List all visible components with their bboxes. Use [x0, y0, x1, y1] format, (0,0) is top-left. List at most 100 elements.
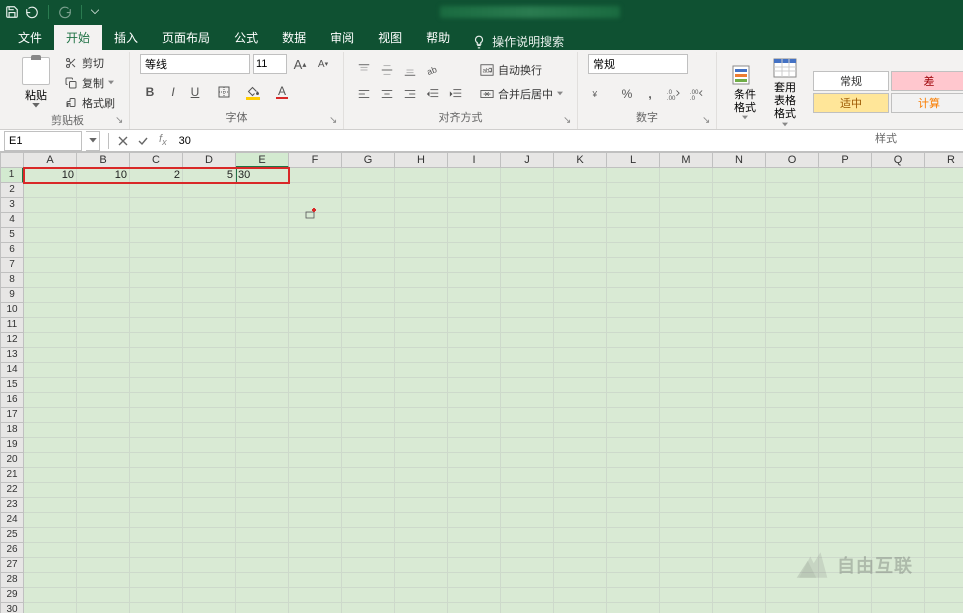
cell[interactable]: [766, 213, 819, 228]
cell[interactable]: [501, 408, 554, 423]
cell[interactable]: [289, 363, 342, 378]
cell[interactable]: [554, 168, 607, 183]
cell[interactable]: [766, 483, 819, 498]
cell[interactable]: [395, 603, 448, 613]
cell[interactable]: [501, 573, 554, 588]
number-format-select[interactable]: [588, 54, 688, 74]
cell[interactable]: [130, 558, 183, 573]
cell[interactable]: [925, 168, 963, 183]
cell[interactable]: [183, 288, 236, 303]
cell[interactable]: [289, 558, 342, 573]
cell[interactable]: [130, 258, 183, 273]
cell[interactable]: [448, 483, 501, 498]
cell[interactable]: [395, 393, 448, 408]
cell[interactable]: [501, 288, 554, 303]
cell[interactable]: [766, 558, 819, 573]
cell[interactable]: [872, 408, 925, 423]
name-box[interactable]: [4, 131, 82, 151]
cell[interactable]: [24, 198, 77, 213]
cell[interactable]: [236, 288, 289, 303]
cell[interactable]: [236, 378, 289, 393]
cell[interactable]: [448, 333, 501, 348]
cell[interactable]: [24, 333, 77, 348]
cell[interactable]: [925, 453, 963, 468]
cell[interactable]: [342, 513, 395, 528]
cell[interactable]: [660, 513, 713, 528]
number-launcher-icon[interactable]: ↘: [702, 115, 714, 127]
cell[interactable]: [872, 543, 925, 558]
cell[interactable]: [24, 498, 77, 513]
cell[interactable]: [819, 303, 872, 318]
cell[interactable]: [342, 318, 395, 333]
cell[interactable]: [766, 303, 819, 318]
cell[interactable]: [183, 228, 236, 243]
cell[interactable]: [289, 438, 342, 453]
cell[interactable]: [819, 318, 872, 333]
cell[interactable]: [236, 558, 289, 573]
merge-center-button[interactable]: 合并后居中: [476, 84, 567, 104]
cell[interactable]: [77, 198, 130, 213]
cell[interactable]: [713, 558, 766, 573]
cell[interactable]: [501, 168, 554, 183]
cell[interactable]: [77, 543, 130, 558]
cell[interactable]: [872, 588, 925, 603]
column-header[interactable]: H: [395, 152, 448, 168]
cell[interactable]: [925, 498, 963, 513]
cell[interactable]: [554, 198, 607, 213]
cell[interactable]: [607, 303, 660, 318]
row-header[interactable]: 6: [0, 243, 24, 258]
column-header[interactable]: O: [766, 152, 819, 168]
cell[interactable]: [554, 183, 607, 198]
cell[interactable]: [130, 363, 183, 378]
cell[interactable]: [501, 528, 554, 543]
column-header[interactable]: G: [342, 152, 395, 168]
cell[interactable]: [872, 423, 925, 438]
cell[interactable]: [925, 183, 963, 198]
cell[interactable]: [925, 468, 963, 483]
cell[interactable]: [77, 258, 130, 273]
cell[interactable]: [713, 408, 766, 423]
copy-button[interactable]: 复制: [60, 74, 119, 92]
select-all-corner[interactable]: [0, 152, 24, 168]
cell[interactable]: [925, 228, 963, 243]
cell[interactable]: [819, 438, 872, 453]
cell[interactable]: [766, 183, 819, 198]
cell[interactable]: [713, 348, 766, 363]
cell[interactable]: [24, 378, 77, 393]
cell[interactable]: [236, 348, 289, 363]
cell[interactable]: [236, 408, 289, 423]
cell[interactable]: [819, 528, 872, 543]
cell[interactable]: [183, 513, 236, 528]
cell[interactable]: [713, 183, 766, 198]
cell[interactable]: [766, 258, 819, 273]
cell[interactable]: [607, 513, 660, 528]
cell[interactable]: [925, 423, 963, 438]
cell[interactable]: [77, 378, 130, 393]
column-header[interactable]: Q: [872, 152, 925, 168]
cell[interactable]: [554, 348, 607, 363]
cell[interactable]: [183, 438, 236, 453]
cell[interactable]: [395, 348, 448, 363]
cell[interactable]: [448, 228, 501, 243]
cell[interactable]: [501, 558, 554, 573]
cell[interactable]: [872, 213, 925, 228]
cell[interactable]: [236, 273, 289, 288]
cell[interactable]: [501, 603, 554, 613]
cell[interactable]: [713, 168, 766, 183]
cell[interactable]: [713, 528, 766, 543]
cell[interactable]: [713, 273, 766, 288]
cell[interactable]: [660, 378, 713, 393]
cell[interactable]: [660, 213, 713, 228]
cell[interactable]: [236, 363, 289, 378]
fill-color-button[interactable]: [244, 82, 270, 102]
cell[interactable]: [183, 198, 236, 213]
cell[interactable]: [872, 363, 925, 378]
cell[interactable]: [24, 348, 77, 363]
cell[interactable]: [766, 408, 819, 423]
cell[interactable]: [713, 573, 766, 588]
cell[interactable]: [501, 378, 554, 393]
cell[interactable]: [77, 183, 130, 198]
align-right-button[interactable]: [400, 84, 420, 104]
cell[interactable]: [24, 483, 77, 498]
cell[interactable]: [607, 198, 660, 213]
